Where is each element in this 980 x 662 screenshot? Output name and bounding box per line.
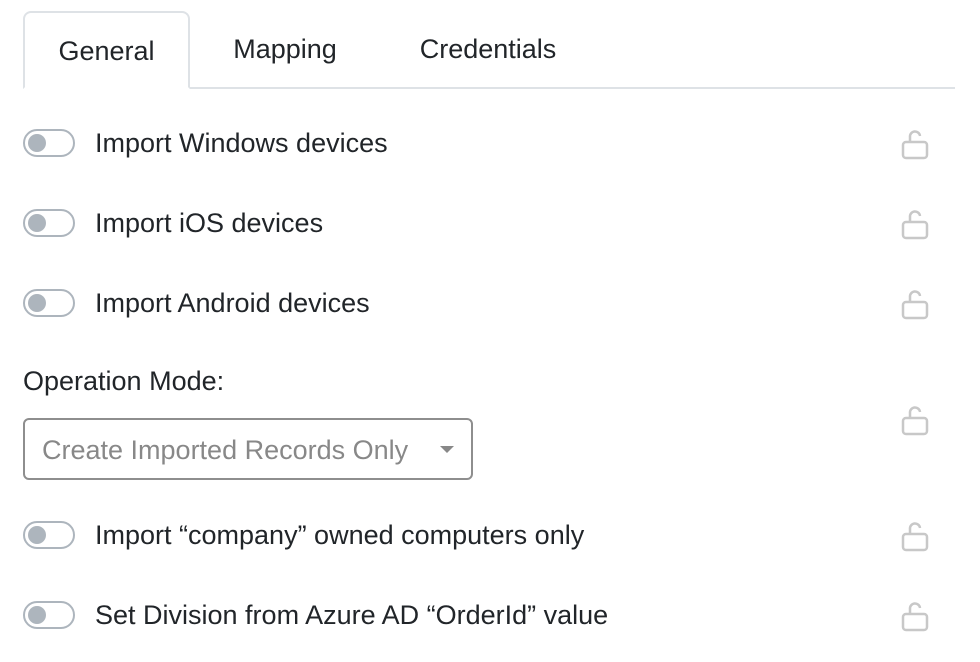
division-orderid-toggle[interactable] bbox=[23, 601, 75, 629]
setting-label: Import Windows devices bbox=[95, 128, 388, 158]
toggle-knob bbox=[28, 294, 46, 312]
operation-mode-select[interactable]: Create Imported Records Only bbox=[23, 418, 473, 480]
company-owned-toggle[interactable] bbox=[23, 521, 75, 549]
operation-mode-value: Create Imported Records Only bbox=[42, 435, 409, 465]
operation-mode-label: Operation Mode: bbox=[23, 366, 225, 396]
setting-row-company-owned: Import “company” owned computers only bbox=[23, 519, 958, 555]
unlock-icon[interactable] bbox=[900, 520, 930, 552]
toggle-knob bbox=[28, 526, 46, 544]
setting-row-import-windows: Import Windows devices bbox=[23, 127, 958, 163]
toggle-knob bbox=[28, 606, 46, 624]
unlock-icon[interactable] bbox=[900, 404, 930, 436]
toggle-knob bbox=[28, 214, 46, 232]
caret-down-icon bbox=[440, 446, 454, 453]
import-ios-toggle[interactable] bbox=[23, 209, 75, 237]
unlock-icon[interactable] bbox=[900, 288, 930, 320]
setting-label: Import “company” owned computers only bbox=[95, 520, 585, 550]
setting-row-import-android: Import Android devices bbox=[23, 287, 958, 323]
setting-label: Import Android devices bbox=[95, 288, 370, 318]
setting-label: Set Division from Azure AD “OrderId” val… bbox=[95, 600, 609, 630]
import-android-toggle[interactable] bbox=[23, 289, 75, 317]
import-windows-toggle[interactable] bbox=[23, 129, 75, 157]
tab-general[interactable]: General bbox=[23, 11, 190, 89]
tab-credentials[interactable]: Credentials bbox=[393, 11, 583, 87]
setting-label: Import iOS devices bbox=[95, 208, 324, 238]
setting-row-division-orderid: Set Division from Azure AD “OrderId” val… bbox=[23, 599, 958, 635]
setting-row-import-ios: Import iOS devices bbox=[23, 207, 958, 243]
unlock-icon[interactable] bbox=[900, 600, 930, 632]
unlock-icon[interactable] bbox=[900, 208, 930, 240]
unlock-icon[interactable] bbox=[900, 128, 930, 160]
toggle-knob bbox=[28, 134, 46, 152]
tab-bar: General Mapping Credentials bbox=[23, 11, 955, 89]
tab-mapping[interactable]: Mapping bbox=[210, 11, 360, 87]
